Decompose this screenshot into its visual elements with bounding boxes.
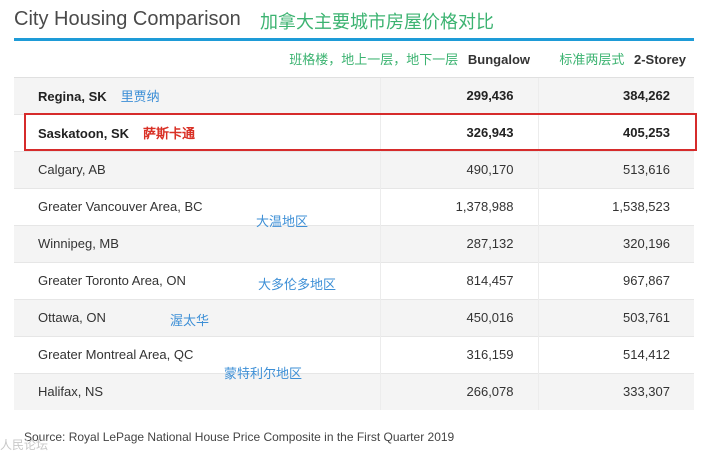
bungalow-price-cell: 287,132	[379, 224, 538, 262]
watermark: 人民论坛	[0, 438, 49, 452]
two-storey-price-cell: 513,616	[537, 150, 694, 188]
annotation-ottawa: 渥太华	[170, 314, 210, 329]
annotation-vancouver: 大温地区	[256, 215, 309, 230]
two-storey-price-cell: 514,412	[537, 335, 694, 373]
city-name: Regina, SK	[38, 89, 107, 104]
column-header-two-storey-cn: 标准两层式	[559, 53, 625, 69]
bungalow-price-cell: 326,943	[379, 113, 538, 151]
table-row: Regina, SK 里贾纳 299,436 384,262	[14, 76, 694, 114]
table-row: Calgary, AB 490,170 513,616	[14, 150, 694, 188]
column-header-two-storey: 标准两层式 2-Storey	[538, 41, 694, 78]
column-header-bungalow-en: Bungalow	[467, 52, 530, 68]
source-note: Source: Royal LePage National House Pric…	[24, 430, 455, 444]
city-cell: Calgary, AB	[14, 150, 380, 188]
bungalow-price-cell: 450,016	[379, 298, 538, 336]
two-storey-price-cell: 333,307	[537, 372, 694, 410]
housing-table: 班格楼，地上一层，地下一层 Bungalow 标准两层式 2-Storey Re…	[14, 41, 694, 410]
title-bar: City Housing Comparison 加拿大主要城市房屋价格对比	[14, 0, 694, 41]
table-row: Greater Montreal Area, QC 316,159 514,41…	[14, 335, 694, 373]
city-cell: Halifax, NS	[14, 372, 380, 410]
table-header-row: 班格楼，地上一层，地下一层 Bungalow 标准两层式 2-Storey	[14, 41, 694, 78]
two-storey-price-cell: 405,253	[537, 113, 694, 151]
page-title-chinese: 加拿大主要城市房屋价格对比	[260, 12, 494, 33]
two-storey-price-cell: 384,262	[537, 76, 694, 114]
annotation-montreal: 蒙特利尔地区	[224, 367, 303, 382]
city-cell: Greater Montreal Area, QC	[14, 335, 380, 373]
column-header-bungalow: 班格楼，地上一层，地下一层 Bungalow	[14, 41, 538, 78]
city-cell: Regina, SK 里贾纳	[14, 76, 380, 114]
two-storey-price-cell: 503,761	[537, 298, 694, 336]
city-note-cn: 里贾纳	[120, 90, 160, 105]
city-name: Saskatoon, SK	[38, 126, 130, 141]
annotation-toronto: 大多伦多地区	[258, 278, 337, 293]
two-storey-price-cell: 967,867	[537, 261, 694, 299]
two-storey-price-cell: 1,538,523	[537, 187, 694, 225]
bungalow-price-cell: 266,078	[379, 372, 538, 410]
bungalow-price-cell: 490,170	[379, 150, 538, 188]
bungalow-price-cell: 299,436	[379, 76, 538, 114]
column-header-bungalow-cn: 班格楼，地上一层，地下一层	[289, 53, 459, 69]
bungalow-price-cell: 1,378,988	[379, 187, 538, 225]
table-row: Halifax, NS 266,078 333,307	[14, 372, 694, 410]
table-row: Greater Toronto Area, ON 814,457 967,867	[14, 261, 694, 299]
table-row-highlighted: Saskatoon, SK 萨斯卡通 326,943 405,253	[14, 113, 694, 151]
city-cell: Winnipeg, MB	[14, 224, 380, 262]
page-title: City Housing Comparison	[14, 8, 241, 30]
table-row: Winnipeg, MB 287,132 320,196	[14, 224, 694, 262]
city-note-cn: 萨斯卡通	[143, 127, 196, 142]
city-cell: Greater Vancouver Area, BC	[14, 187, 380, 225]
table-row: Greater Vancouver Area, BC 1,378,988 1,5…	[14, 187, 694, 225]
column-header-two-storey-en: 2-Storey	[633, 52, 686, 68]
bungalow-price-cell: 316,159	[379, 335, 538, 373]
two-storey-price-cell: 320,196	[537, 224, 694, 262]
city-cell: Saskatoon, SK 萨斯卡通	[14, 113, 380, 151]
bungalow-price-cell: 814,457	[379, 261, 538, 299]
table-row: Ottawa, ON 450,016 503,761	[14, 298, 694, 336]
